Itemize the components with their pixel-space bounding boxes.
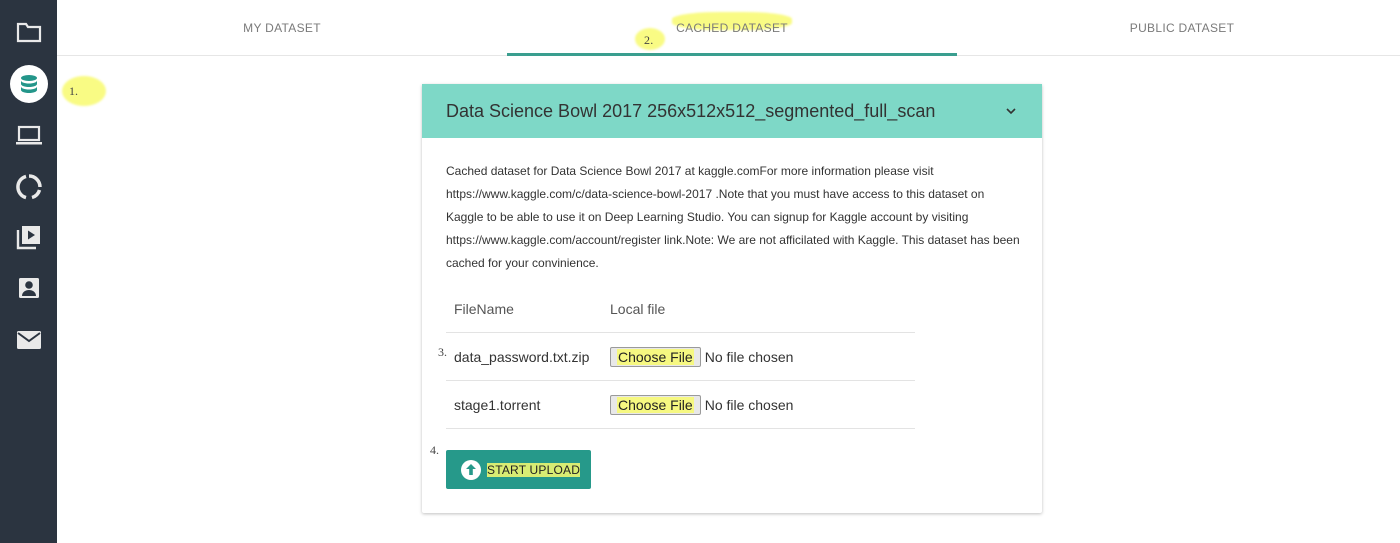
tab-label: MY DATASET (243, 20, 321, 35)
dataset-description: Cached dataset for Data Science Bowl 201… (446, 164, 1020, 270)
table-row: 3. data_password.txt.zip Choose File No … (438, 333, 915, 381)
table-row: stage1.torrent Choose File No file chose… (446, 381, 915, 429)
step-4-label: 4. (430, 443, 439, 457)
sidebar-item-media[interactable] (0, 215, 57, 259)
choose-file-button[interactable]: Choose File (610, 394, 701, 415)
local-file-cell: Choose File No file chosen (610, 394, 794, 415)
account-box-icon (18, 278, 39, 298)
column-header-filename: FileName (454, 301, 514, 317)
tab-public-dataset[interactable]: PUBLIC DATASET (957, 0, 1400, 55)
sidebar (0, 0, 57, 543)
sidebar-item-folder[interactable] (0, 10, 57, 54)
sidebar-item-datasets[interactable] (0, 62, 57, 106)
tab-label: PUBLIC DATASET (1129, 20, 1235, 35)
card-header[interactable]: Data Science Bowl 2017 256x512x512_segme… (422, 84, 1042, 138)
step-2-label: 2. (644, 33, 654, 47)
column-header-local-file: Local file (610, 301, 666, 317)
sidebar-item-computer[interactable] (0, 113, 57, 157)
tab-cached-dataset[interactable]: 2. CACHED DATASET (507, 0, 957, 56)
file-name-cell: stage1.torrent (454, 396, 541, 413)
laptop-icon (15, 125, 42, 145)
active-tab-indicator (507, 53, 957, 56)
upload-icon (461, 459, 481, 480)
sidebar-item-results[interactable] (0, 165, 57, 209)
local-file-cell: Choose File No file chosen (610, 346, 794, 367)
file-status: No file chosen (704, 348, 794, 365)
sidebar-item-account[interactable] (0, 266, 57, 310)
tab-my-dataset[interactable]: MY DATASET (57, 0, 507, 55)
file-status: No file chosen (704, 396, 794, 413)
choose-file-label: Choose File (617, 396, 694, 413)
donut-chart-icon (15, 174, 42, 200)
step-1-label: 1. (69, 84, 78, 98)
file-table: FileName Local file 3. data_password.txt… (438, 286, 915, 429)
table-header-row: FileName Local file (446, 286, 915, 333)
sidebar-item-messages[interactable] (0, 318, 57, 362)
chevron-down-icon[interactable] (1004, 104, 1018, 118)
mail-icon (16, 331, 41, 349)
card-title: Data Science Bowl 2017 256x512x512_segme… (446, 100, 936, 121)
video-library-icon (16, 226, 40, 250)
start-upload-label: START UPLOAD (487, 462, 581, 477)
choose-file-label: Choose File (617, 348, 694, 365)
start-upload-button[interactable]: START UPLOAD (446, 450, 591, 489)
choose-file-button[interactable]: Choose File (610, 346, 701, 367)
file-name-cell: data_password.txt.zip (454, 348, 590, 365)
database-icon (20, 75, 37, 93)
tab-label: CACHED DATASET (676, 20, 788, 35)
dataset-tabs: MY DATASET 2. CACHED DATASET PUBLIC DATA… (57, 0, 1400, 56)
dataset-card: Data Science Bowl 2017 256x512x512_segme… (422, 84, 1042, 513)
step-3-label: 3. (438, 345, 447, 359)
folder-icon (16, 22, 41, 43)
